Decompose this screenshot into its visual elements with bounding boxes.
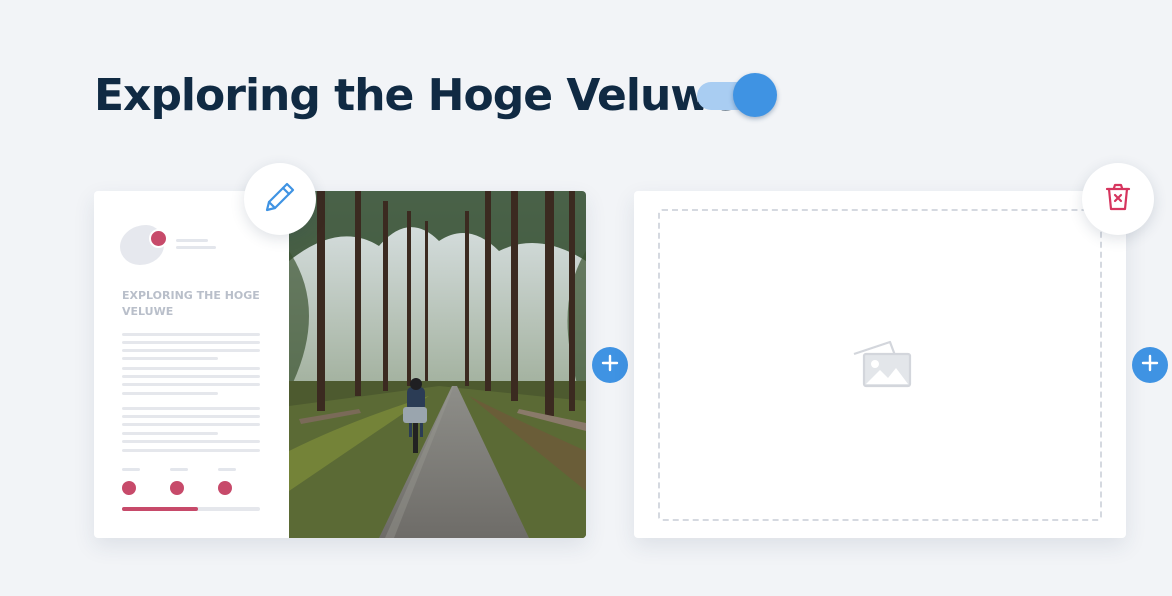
plus-icon bbox=[601, 354, 619, 376]
delete-button[interactable] bbox=[1082, 163, 1154, 235]
step-label bbox=[170, 468, 188, 471]
text-line bbox=[122, 375, 260, 378]
page-title: Exploring the Hoge Veluwe bbox=[94, 70, 740, 121]
text-line bbox=[122, 383, 260, 386]
trash-icon bbox=[1102, 181, 1134, 217]
text-line bbox=[122, 367, 260, 370]
text-line bbox=[122, 341, 260, 344]
step-label bbox=[122, 468, 140, 471]
progress-fill bbox=[122, 507, 198, 511]
image-drop-zone[interactable] bbox=[658, 209, 1102, 521]
plus-icon bbox=[1141, 354, 1159, 376]
text-line bbox=[122, 333, 260, 336]
text-line bbox=[122, 440, 260, 443]
text-line bbox=[122, 407, 260, 410]
add-card-button[interactable] bbox=[592, 347, 628, 383]
text-line bbox=[122, 449, 260, 452]
document-preview: EXPLORING THE HOGE VELUWE bbox=[94, 191, 289, 538]
edit-button[interactable] bbox=[244, 163, 316, 235]
forest-path-photo bbox=[289, 191, 586, 538]
image-placeholder-icon bbox=[850, 336, 914, 396]
text-line bbox=[122, 349, 260, 352]
step-label bbox=[218, 468, 236, 471]
document-title: EXPLORING THE HOGE VELUWE bbox=[122, 289, 260, 318]
text-line bbox=[122, 357, 218, 360]
empty-page-card[interactable] bbox=[634, 191, 1126, 538]
header-line bbox=[176, 246, 216, 249]
progress-bar bbox=[122, 507, 260, 511]
page-card[interactable]: EXPLORING THE HOGE VELUWE bbox=[94, 191, 586, 538]
toggle-knob bbox=[733, 73, 777, 117]
pencil-icon bbox=[262, 179, 298, 219]
step-dot bbox=[218, 481, 232, 495]
text-line bbox=[122, 392, 218, 395]
visibility-toggle[interactable] bbox=[697, 73, 779, 119]
logo-dot bbox=[149, 229, 168, 248]
step-dot bbox=[122, 481, 136, 495]
text-line bbox=[122, 415, 260, 418]
text-line bbox=[122, 432, 218, 435]
add-card-button[interactable] bbox=[1132, 347, 1168, 383]
step-dot bbox=[170, 481, 184, 495]
text-line bbox=[122, 423, 260, 426]
header-line bbox=[176, 239, 208, 242]
